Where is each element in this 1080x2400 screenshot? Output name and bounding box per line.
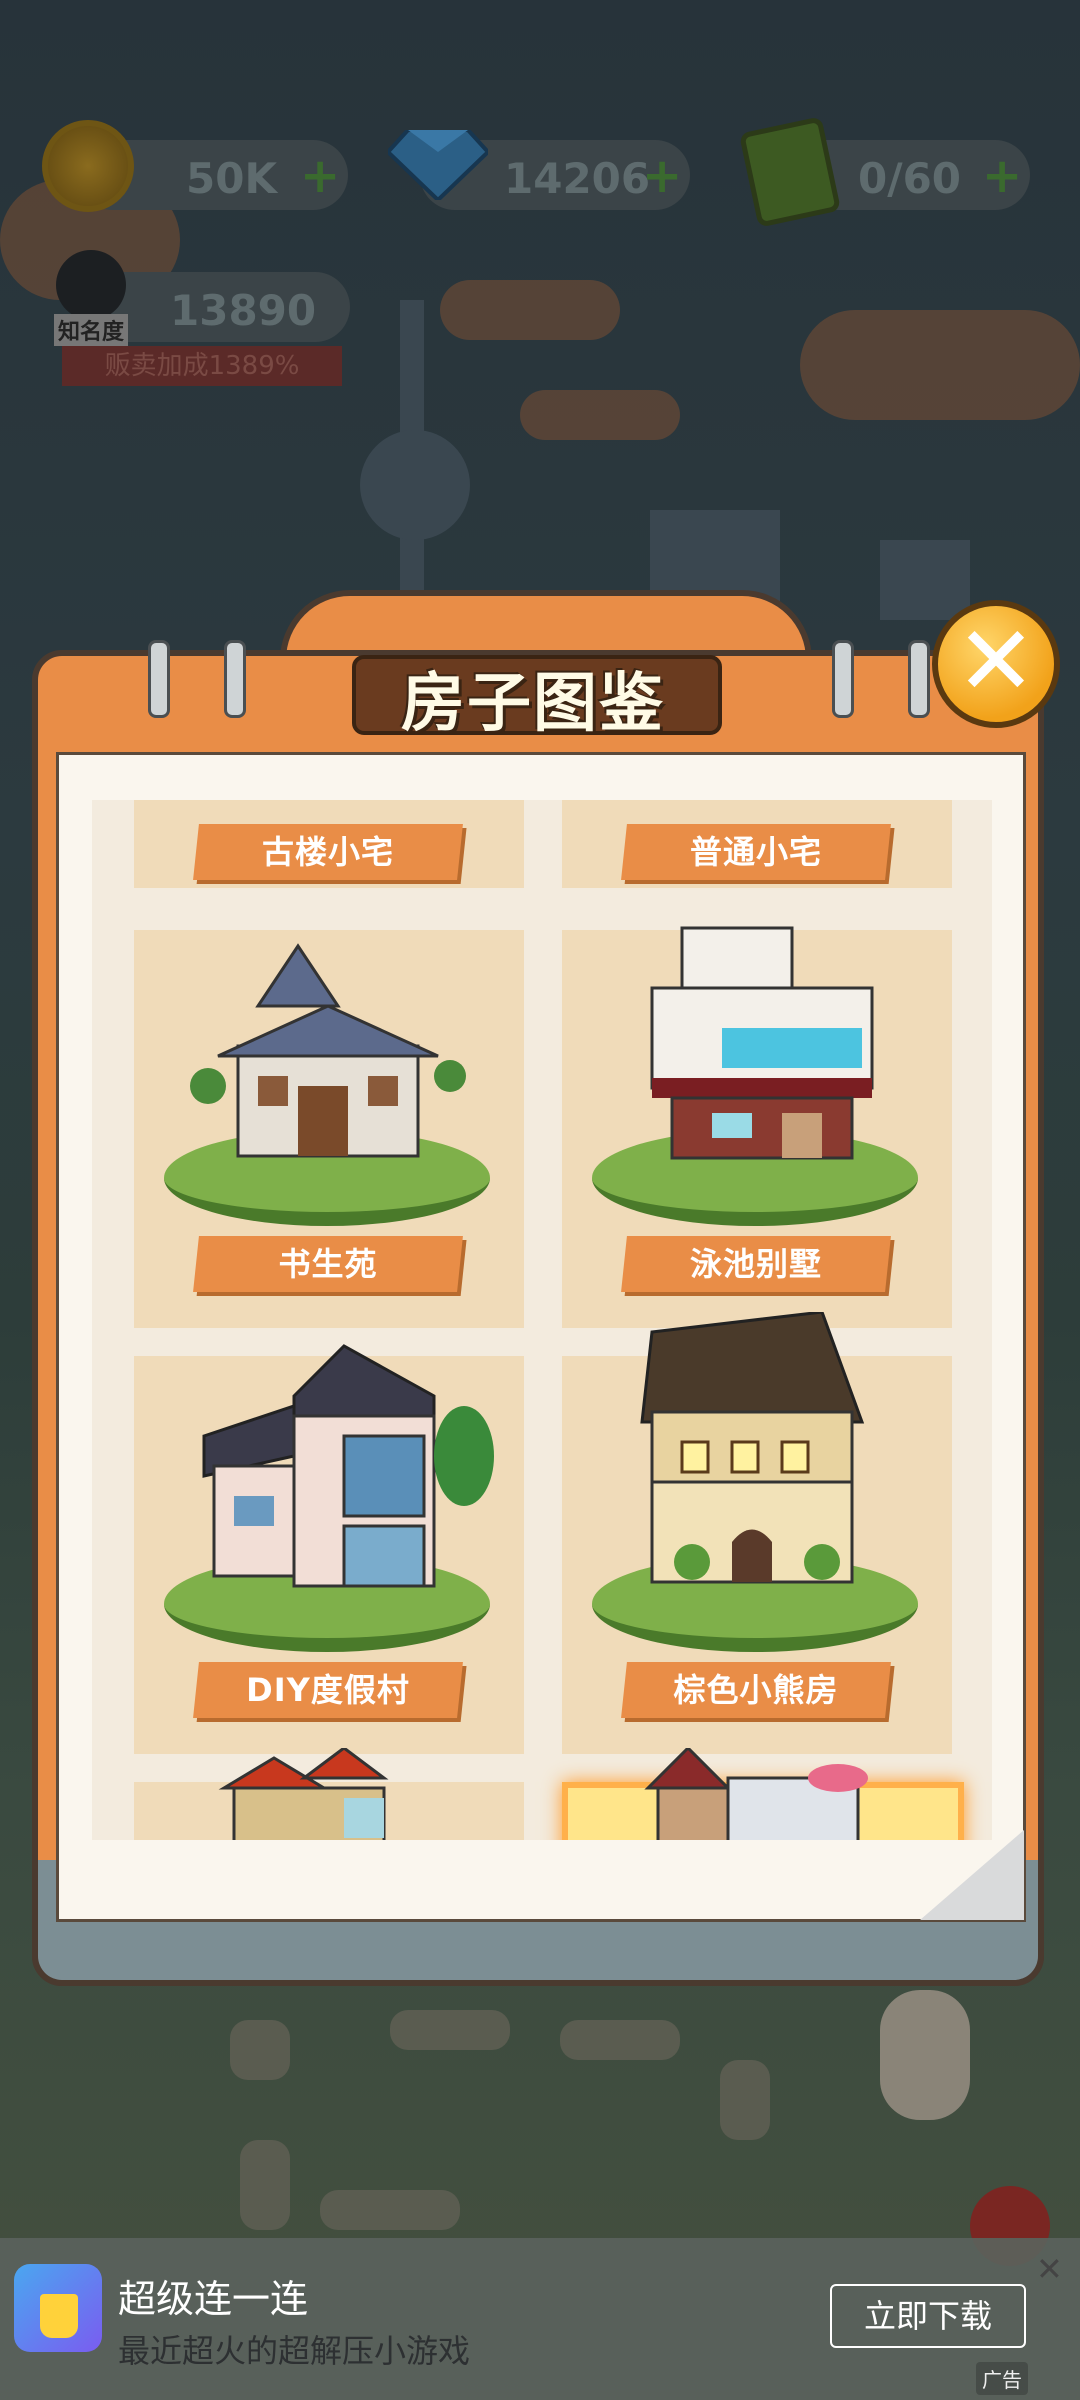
house-card[interactable]: 书生苑 [134, 930, 524, 1328]
checkered-house-image [644, 1748, 868, 1840]
ad-subtitle: 最近超火的超解压小游戏 [118, 2332, 471, 2370]
path-stone [390, 2010, 510, 2050]
brown-bear-house-image [640, 1312, 865, 1584]
ad-tag: 广告 [976, 2362, 1028, 2395]
binder-ring [224, 640, 246, 718]
house-name: DIY度假村 [246, 1671, 410, 1709]
house-name: 普通小宅 [689, 833, 822, 871]
binder-ring [832, 640, 854, 718]
house-name: 古楼小宅 [261, 833, 394, 871]
house-card[interactable]: DIY度假村 [134, 1344, 524, 1754]
house-name-tag: 泳池别墅 [621, 1236, 891, 1292]
energy-value: 0/60 [858, 154, 962, 203]
binder-ring [148, 640, 170, 718]
diamond-icon [388, 130, 488, 200]
house-name: 书生苑 [278, 1245, 378, 1283]
house-name-tag: 古楼小宅 [193, 824, 463, 880]
close-button[interactable]: ✕ [932, 600, 1060, 728]
download-button[interactable]: 立即下载 [830, 2284, 1026, 2348]
player-avatar[interactable] [56, 250, 126, 320]
cloud [520, 390, 680, 440]
fame-counter: 13890 [90, 272, 350, 342]
path-stone [230, 2020, 290, 2080]
add-energy-icon[interactable]: + [982, 148, 1022, 204]
house-name: 棕色小熊房 [673, 1671, 839, 1709]
diy-resort-image [202, 1344, 494, 1588]
ad-title: 超级连一连 [118, 2277, 309, 2321]
coin-value: 50K [186, 154, 277, 203]
house-name-tag: 书生苑 [193, 1236, 463, 1292]
house-card-highlighted[interactable] [562, 1748, 964, 1840]
path-stone [240, 2140, 290, 2230]
ad-banner[interactable]: 超级连一连 最近超火的超解压小游戏 立即下载 ✕ [0, 2238, 1080, 2400]
house-card[interactable]: 棕色小熊房 [562, 1312, 952, 1754]
house-name-tag: 棕色小熊房 [621, 1662, 891, 1718]
path-stone [720, 2060, 770, 2140]
house-name-tag: DIY度假村 [193, 1662, 463, 1718]
pool-villa-image [650, 926, 874, 1160]
gem-value: 14206 [504, 154, 651, 203]
ad-close-icon[interactable]: ✕ [1036, 2250, 1063, 2288]
sales-bonus-banner: 贩卖加成1389% [62, 346, 342, 386]
cloud [440, 280, 620, 340]
red-roof-house-image [218, 1748, 389, 1840]
coin-icon [42, 120, 134, 212]
house-name-tag: 普通小宅 [621, 824, 891, 880]
ad-app-icon[interactable] [14, 2264, 102, 2352]
fame-value: 13890 [170, 286, 317, 335]
house-card[interactable] [134, 1748, 524, 1840]
add-coins-icon[interactable]: + [300, 148, 340, 204]
house-grid[interactable]: 古楼小宅 普通小宅 书生苑 泳池别墅 DIY度假村 棕色小熊房 [92, 800, 992, 1840]
npc-character [880, 1990, 970, 2120]
house-card[interactable]: 普通小宅 [562, 800, 952, 888]
binder-ring [908, 640, 930, 718]
tv-tower-sphere [360, 430, 470, 540]
scholar-house-image [190, 943, 466, 1158]
house-card[interactable]: 泳池别墅 [562, 926, 952, 1328]
path-stone [320, 2190, 460, 2230]
house-card[interactable]: 古楼小宅 [134, 800, 524, 888]
add-gems-icon[interactable]: + [642, 148, 682, 204]
dialog-title: 房子图鉴 [401, 667, 665, 741]
house-name: 泳池别墅 [689, 1245, 822, 1283]
fame-label: 知名度 [54, 314, 129, 346]
path-stone [560, 2020, 680, 2060]
cup-icon [40, 2294, 78, 2338]
cloud [800, 310, 1080, 420]
